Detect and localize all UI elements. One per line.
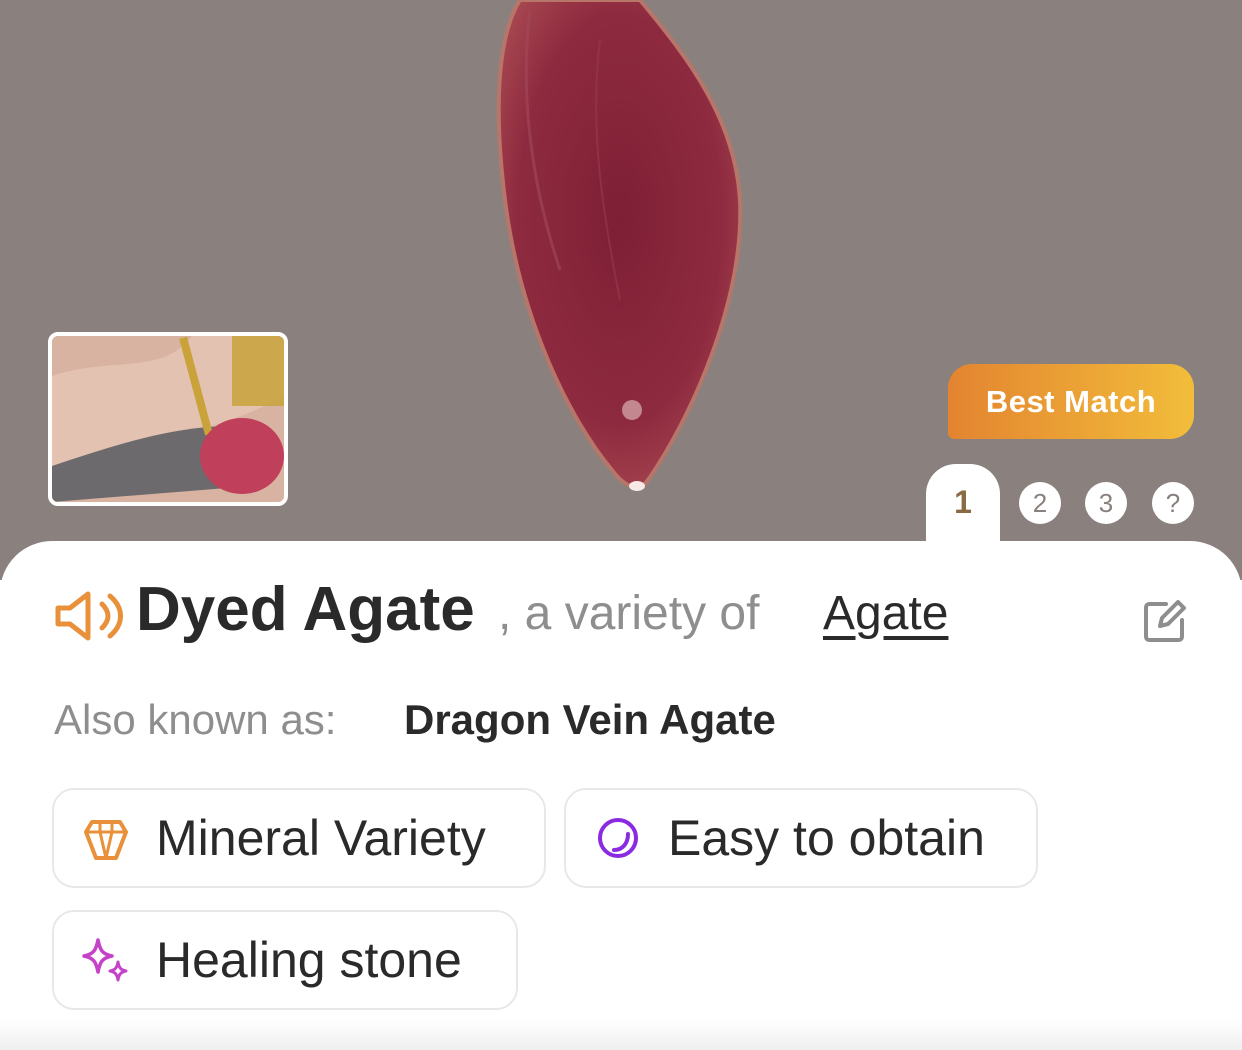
chip-label: Healing stone (156, 932, 462, 988)
chip-label: Easy to obtain (668, 810, 985, 866)
variety-text: , a variety of (498, 587, 760, 640)
circle-icon (598, 818, 638, 858)
tab-unknown[interactable]: ? (1152, 482, 1194, 524)
chip-mineral-variety[interactable]: Mineral Variety (52, 788, 546, 888)
speaker-icon[interactable] (54, 590, 124, 642)
chip-healing-stone[interactable]: Healing stone (52, 910, 518, 1010)
edit-icon[interactable] (1140, 598, 1188, 646)
crystal-icon (84, 820, 128, 860)
bottom-fade (0, 1020, 1242, 1050)
aka-value: Dragon Vein Agate (404, 696, 776, 743)
chip-label: Mineral Variety (156, 810, 486, 866)
stone-name: Dyed Agate (136, 575, 475, 644)
sparkle-icon (82, 938, 128, 982)
photo-thumbnail[interactable] (48, 332, 288, 506)
tab-1[interactable]: 1 (926, 464, 1000, 554)
chip-easy-to-obtain[interactable]: Easy to obtain (564, 788, 1038, 888)
best-match-badge: Best Match (948, 364, 1194, 439)
thumbnail-image (52, 336, 284, 502)
tab-2[interactable]: 2 (1019, 482, 1061, 524)
parent-variety-link[interactable]: Agate (823, 586, 948, 641)
aka-label: Also known as: (54, 696, 337, 743)
specimen-photo: Best Match 2 3 ? (0, 0, 1242, 580)
tab-3[interactable]: 3 (1085, 482, 1127, 524)
